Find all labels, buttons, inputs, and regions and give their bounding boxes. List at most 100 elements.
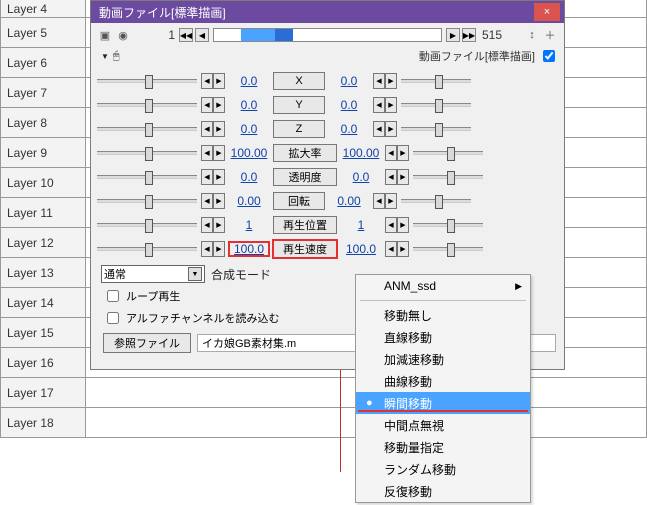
slider-left[interactable] [97,79,197,83]
add-icon[interactable]: ＋ [542,27,558,43]
spin-left[interactable]: ◀▶ [201,241,225,257]
menu-item[interactable]: 反復移動 [356,480,530,502]
spin-right[interactable]: ◀▶ [373,97,397,113]
value-right[interactable]: 0.0 [329,122,369,136]
value-left[interactable]: 100.0 [229,242,269,256]
slider-right[interactable] [413,223,483,227]
alpha-checkbox[interactable] [107,312,119,324]
layer-label[interactable]: Layer 12 [0,228,86,258]
slider-right[interactable] [413,247,483,251]
menu-item[interactable]: 加減速移動 [356,348,530,370]
next-frame-button[interactable]: ▶ [446,28,460,42]
composite-mode-label: 合成モード [211,266,271,283]
menu-item-anm[interactable]: ANM_ssd ▶ [356,275,530,297]
value-right[interactable]: 100.00 [341,146,381,160]
value-left[interactable]: 100.00 [229,146,269,160]
layer-label[interactable]: Layer 9 [0,138,86,168]
menu-item[interactable]: 曲線移動 [356,370,530,392]
param-button-rotate[interactable]: 回転 [273,192,325,210]
layer-label[interactable]: Layer 18 [0,408,86,438]
layer-label[interactable]: Layer 17 [0,378,86,408]
value-right[interactable]: 0.0 [341,170,381,184]
composite-mode-combo[interactable]: 通常 ▼ [101,265,205,283]
param-button-Z[interactable]: Z [273,120,325,138]
spin-right[interactable]: ◀▶ [385,241,409,257]
slider-left[interactable] [97,199,197,203]
slider-right[interactable] [413,151,483,155]
enable-checkbox[interactable] [543,50,555,62]
param-button-playpos[interactable]: 再生位置 [273,216,337,234]
slider-left[interactable] [97,127,197,131]
value-right[interactable]: 0.0 [329,98,369,112]
spin-right[interactable]: ◀▶ [373,193,397,209]
spin-right[interactable]: ◀▶ [373,121,397,137]
param-row-rotate: ◀▶ 0.00 回転 0.00 ◀▶ [97,189,558,213]
menu-item[interactable]: 直線移動 [356,326,530,348]
slider-left[interactable] [97,151,197,155]
layer-label[interactable]: Layer 6 [0,48,86,78]
layer-label[interactable]: Layer 8 [0,108,86,138]
value-right[interactable]: 0.00 [329,194,369,208]
layer-label[interactable]: Layer 16 [0,348,86,378]
eye-icon[interactable]: ◉ [115,27,131,43]
param-button-X[interactable]: X [273,72,325,90]
slider-right[interactable] [401,79,471,83]
menu-item[interactable]: 移動無し [356,304,530,326]
spin-right[interactable]: ◀▶ [385,217,409,233]
forward-button[interactable]: ▶▶ [462,28,476,42]
value-left[interactable]: 0.0 [229,74,269,88]
spin-left[interactable]: ◀▶ [201,169,225,185]
layer-label[interactable]: Layer 13 [0,258,86,288]
spin-right[interactable]: ◀▶ [385,169,409,185]
value-right[interactable]: 0.0 [329,74,369,88]
titlebar[interactable]: 動画ファイル[標準描画] × [91,1,564,23]
rewind-button[interactable]: ◀◀ [179,28,193,42]
spin-left[interactable]: ◀▶ [201,193,225,209]
spin-left[interactable]: ◀▶ [201,145,225,161]
param-button-alpha[interactable]: 透明度 [273,168,337,186]
layer-label[interactable]: Layer 10 [0,168,86,198]
layer-label[interactable]: Layer 15 [0,318,86,348]
slider-right[interactable] [401,127,471,131]
param-button-Y[interactable]: Y [273,96,325,114]
menu-item[interactable]: 中間点無視 [356,414,530,436]
spin-right[interactable]: ◀▶ [385,145,409,161]
ref-file-button[interactable]: 参照ファイル [103,333,191,353]
param-button-playrate[interactable]: 再生速度 [273,240,337,258]
spin-left[interactable]: ◀▶ [201,73,225,89]
value-left[interactable]: 0.0 [229,98,269,112]
value-right[interactable]: 100.0 [341,242,381,256]
value-right[interactable]: 1 [341,218,381,232]
spin-right[interactable]: ◀▶ [373,73,397,89]
slider-left[interactable] [97,247,197,251]
loop-checkbox[interactable] [107,290,119,302]
value-left[interactable]: 0.0 [229,122,269,136]
slider-right[interactable] [401,103,471,107]
slider-right[interactable] [413,175,483,179]
layer-label[interactable]: Layer 4 [0,0,86,18]
layer-label[interactable]: Layer 5 [0,18,86,48]
collapse-icon[interactable]: ▼ [101,52,109,61]
slider-left[interactable] [97,223,197,227]
spin-left[interactable]: ◀▶ [201,97,225,113]
expand-icon[interactable]: ↕ [524,27,540,43]
seek-bar[interactable] [213,28,442,42]
close-button[interactable]: × [534,3,560,21]
prev-frame-button[interactable]: ◀ [195,28,209,42]
spin-left[interactable]: ◀▶ [201,217,225,233]
slider-right[interactable] [401,199,471,203]
value-left[interactable]: 0.0 [229,170,269,184]
layer-label[interactable]: Layer 7 [0,78,86,108]
param-button-scale[interactable]: 拡大率 [273,144,337,162]
menu-item[interactable]: 移動量指定 [356,436,530,458]
camera-icon[interactable]: ▣ [97,27,113,43]
spin-left[interactable]: ◀▶ [201,121,225,137]
layer-label[interactable]: Layer 11 [0,198,86,228]
frame-total: 515 [478,28,522,42]
value-left[interactable]: 0.00 [229,194,269,208]
value-left[interactable]: 1 [229,218,269,232]
slider-left[interactable] [97,103,197,107]
layer-label[interactable]: Layer 14 [0,288,86,318]
slider-left[interactable] [97,175,197,179]
menu-item[interactable]: ランダム移動 [356,458,530,480]
